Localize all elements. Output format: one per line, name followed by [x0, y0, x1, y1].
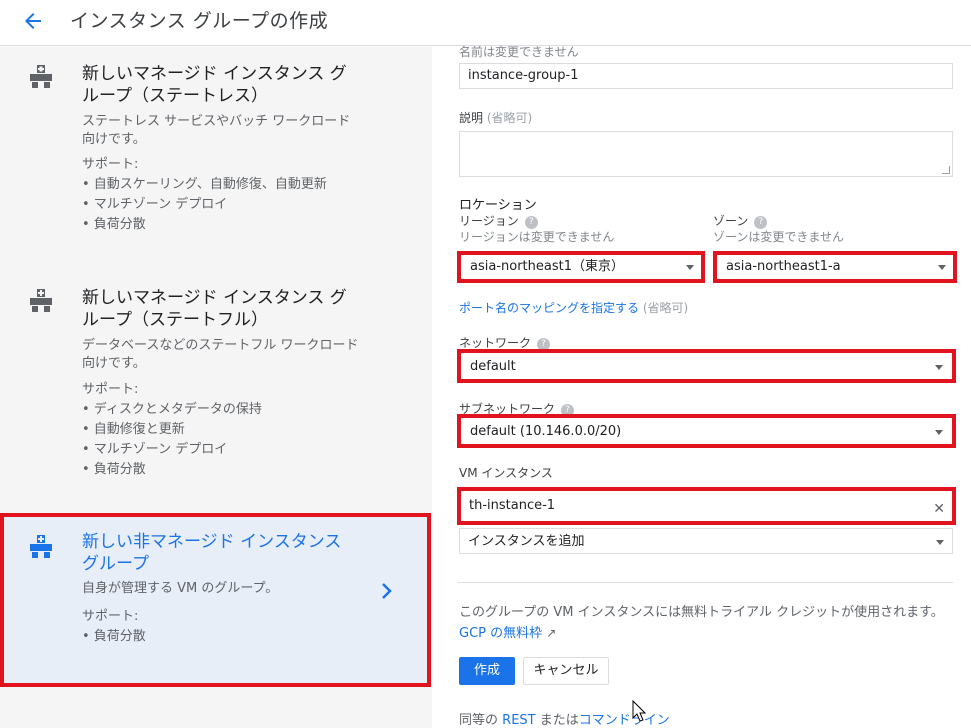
support-label: サポート:: [82, 382, 139, 397]
group-type-panel: 新しいマネージド インスタンス グループ（ステートレス） ステートレス サービス…: [0, 47, 432, 728]
dropdown-arrow-icon: [936, 540, 944, 545]
option-features: サポート: • ディスクとメタデータの保持 • 自動修復と更新 • マルチゾーン…: [82, 380, 382, 480]
option-description: データベースなどのステートフル ワークロード向けです。: [82, 338, 359, 371]
description-label-text: 説明: [459, 111, 484, 125]
external-link-icon: ↗: [546, 626, 557, 640]
back-arrow-icon[interactable]: [18, 8, 48, 34]
feature-item: • マルチゾーン デプロイ: [82, 197, 228, 212]
instance-group-icon: [28, 533, 54, 559]
subnet-value: default (10.146.0.0/20): [470, 424, 622, 439]
name-input[interactable]: instance-group-1: [459, 63, 953, 89]
divider: [458, 582, 953, 583]
help-icon[interactable]: ?: [561, 404, 575, 417]
option-unmanaged[interactable]: 新しい非マネージド インスタンス グループ 自身が管理する VM のグループ。 …: [0, 515, 432, 685]
trial-note: このグループの VM インスタンスには無料トライアル クレジットが使用されます。…: [459, 603, 949, 644]
equiv-prefix: 同等の: [459, 713, 499, 728]
free-tier-link[interactable]: GCP の無料枠: [459, 626, 542, 641]
network-label-text: ネットワーク: [459, 336, 532, 350]
vm-instance-label: VM インスタンス: [459, 466, 553, 480]
region-select[interactable]: asia-northeast1（東京）: [462, 254, 702, 280]
option-title: 新しいマネージド インスタンス グループ（ステートレス）: [82, 64, 347, 106]
port-mapping: ポート名のマッピングを指定する (省略可): [459, 299, 688, 316]
option-description: ステートレス サービスやバッチ ワークロード向けです。: [82, 114, 351, 147]
description-textarea[interactable]: [459, 131, 953, 177]
zone-label-text: ゾーン: [713, 214, 749, 228]
feature-item: • 自動修復と更新: [82, 422, 185, 437]
dropdown-arrow-icon: [686, 265, 694, 270]
vm-instance-chip[interactable]: th-instance-1 ✕: [461, 494, 951, 520]
option-managed-stateless[interactable]: 新しいマネージド インスタンス グループ（ステートレス） ステートレス サービス…: [0, 47, 432, 277]
cursor-icon: [632, 699, 647, 726]
support-label: サポート:: [82, 609, 139, 624]
form-panel: 名前は変更できません instance-group-1 説明 (省略可) ロケー…: [432, 45, 971, 728]
zone-select[interactable]: asia-northeast1-a: [718, 254, 954, 280]
top-bar: インスタンス グループの作成: [0, 0, 971, 46]
subnet-label: サブネットワーク?: [459, 400, 575, 417]
feature-item: • 負荷分散: [82, 217, 146, 232]
optional-mark: (省略可): [486, 111, 533, 125]
resize-handle-icon[interactable]: [942, 166, 950, 174]
network-label: ネットワーク?: [459, 334, 551, 351]
name-note: 名前は変更できません: [459, 45, 579, 59]
dropdown-arrow-icon: [935, 430, 943, 435]
add-instance-select[interactable]: インスタンスを追加: [459, 528, 953, 554]
option-features: サポート: • 負荷分散: [82, 607, 382, 647]
zone-value: asia-northeast1-a: [726, 259, 841, 274]
location-title: ロケーション: [459, 198, 537, 213]
description-label: 説明 (省略可): [459, 109, 532, 126]
option-managed-stateful[interactable]: 新しいマネージド インスタンス グループ（ステートフル） データベースなどのステ…: [0, 277, 432, 507]
feature-item: • 負荷分散: [82, 629, 146, 644]
add-instance-label: インスタンスを追加: [468, 534, 585, 549]
region-note: リージョンは変更できません: [459, 230, 615, 244]
rest-link[interactable]: REST: [502, 713, 535, 728]
zone-note: ゾーンは変更できません: [713, 230, 845, 244]
instance-group-icon: [28, 63, 54, 89]
port-mapping-link[interactable]: ポート名のマッピングを指定する: [459, 301, 639, 315]
dropdown-arrow-icon: [935, 365, 943, 370]
region-label-text: リージョン: [459, 214, 519, 228]
option-title: 新しいマネージド インスタンス グループ（ステートフル）: [82, 288, 347, 330]
trial-text: このグループの VM インスタンスには無料トライアル クレジットが使用されます。: [459, 605, 944, 620]
support-label: サポート:: [82, 157, 139, 172]
region-label: リージョン?: [459, 212, 538, 229]
chevron-right-icon: [380, 581, 394, 606]
network-select[interactable]: default: [462, 354, 951, 380]
close-icon[interactable]: ✕: [933, 497, 945, 521]
feature-item: • マルチゾーン デプロイ: [82, 442, 228, 457]
subnet-label-text: サブネットワーク: [459, 402, 556, 416]
feature-item: • 負荷分散: [82, 462, 146, 477]
region-value: asia-northeast1（東京）: [470, 259, 624, 274]
create-button[interactable]: 作成: [459, 657, 515, 685]
option-description: 自身が管理する VM のグループ。: [82, 581, 279, 596]
subnet-select[interactable]: default (10.146.0.0/20): [462, 419, 951, 445]
network-value: default: [470, 359, 516, 374]
feature-item: • 自動スケーリング、自動修復、自動更新: [82, 177, 327, 192]
help-icon[interactable]: ?: [537, 338, 551, 351]
equiv-mid: または: [539, 713, 579, 728]
dropdown-arrow-icon: [938, 265, 946, 270]
instance-group-icon: [28, 287, 54, 313]
option-title: 新しい非マネージド インスタンス グループ: [82, 532, 342, 574]
optional-mark: (省略可): [642, 301, 689, 315]
option-features: サポート: • 自動スケーリング、自動修復、自動更新 • マルチゾーン デプロイ…: [82, 155, 382, 235]
feature-item: • ディスクとメタデータの保持: [82, 402, 262, 417]
cancel-button[interactable]: キャンセル: [523, 657, 609, 685]
page-title: インスタンス グループの作成: [70, 10, 329, 32]
zone-label: ゾーン?: [713, 212, 768, 229]
command-line-link[interactable]: コマンドライン: [579, 713, 670, 728]
vm-instance-value: th-instance-1: [469, 498, 556, 513]
